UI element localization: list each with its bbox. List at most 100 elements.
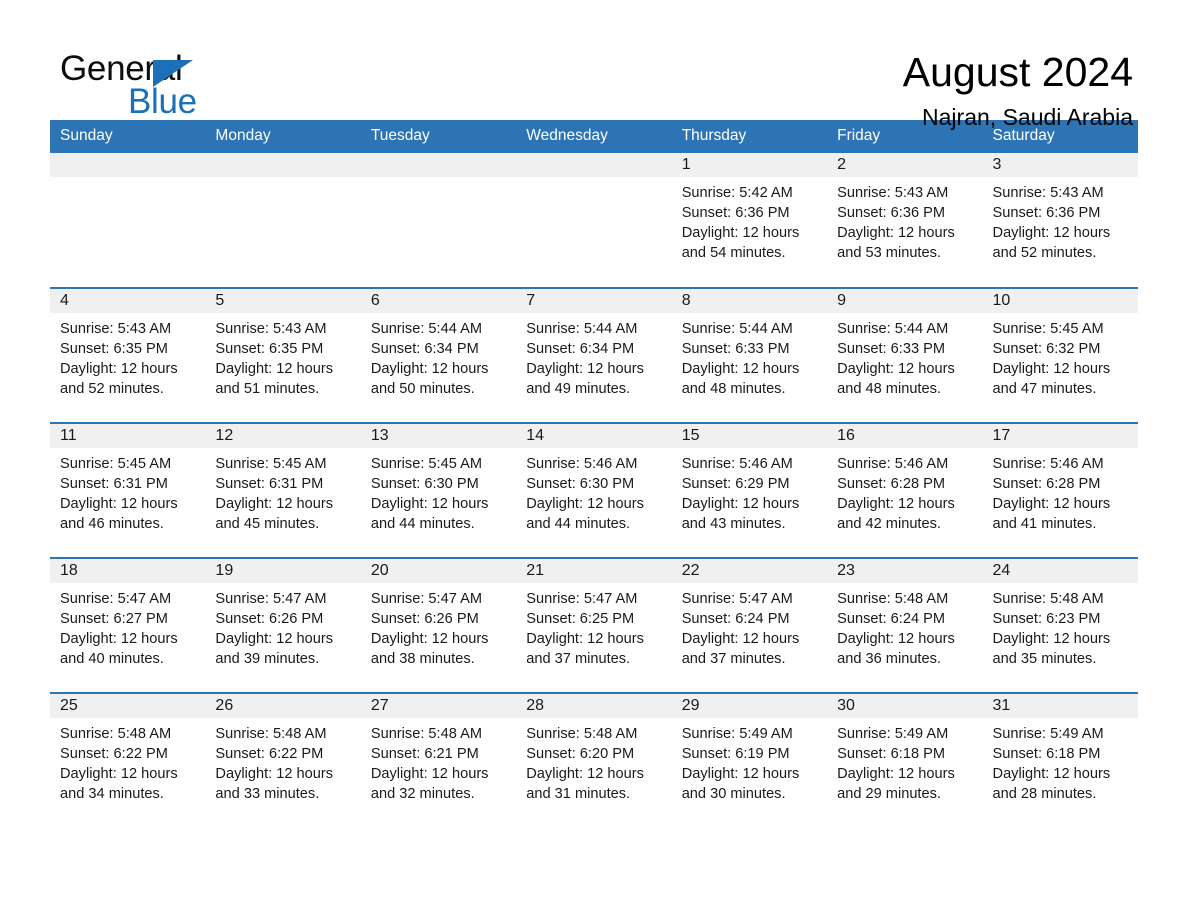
day-cell[interactable]: 11 Sunrise: 5:45 AM Sunset: 6:31 PM Dayligh…	[50, 422, 206, 558]
day-cell[interactable]	[205, 153, 361, 288]
sunrise-text: Sunrise: 5:48 AM	[370, 726, 482, 742]
day-number: 22	[671, 559, 828, 583]
sunrise-text: Sunrise: 5:49 AM	[992, 726, 1104, 742]
sunrise-text: Sunrise: 5:48 AM	[837, 591, 949, 607]
day-info: Sunrise: 5:48 AM Sunset: 6:22 PM Daylight:…	[205, 718, 360, 804]
daylight-text-line1: Daylight: 12 hours	[60, 631, 178, 647]
day-cell[interactable]: 1 Sunrise: 5:42 AM Sunset: 6:36 PM Daylight…	[671, 153, 828, 288]
day-cell[interactable]	[516, 153, 672, 288]
weekday-header-wednesday: Wednesday	[516, 120, 672, 153]
day-cell-inner: 10 Sunrise: 5:45 AM Sunset: 6:32 PM Dayligh…	[982, 289, 1138, 422]
day-cell[interactable]: 31 Sunrise: 5:49 AM Sunset: 6:18 PM Dayligh…	[982, 692, 1138, 828]
day-cell-inner: 20 Sunrise: 5:47 AM Sunset: 6:26 PM Dayligh…	[360, 559, 517, 692]
day-cell[interactable]: 18 Sunrise: 5:47 AM Sunset: 6:27 PM Dayligh…	[50, 557, 206, 693]
daylight-text-line1: Daylight: 12 hours	[992, 766, 1111, 782]
day-cell-inner: 5 Sunrise: 5:43 AM Sunset: 6:35 PM Daylight…	[205, 289, 361, 422]
calendar-body: 1 Sunrise: 5:42 AM Sunset: 6:36 PM Daylight…	[50, 153, 1138, 828]
daylight-text-line1: Daylight: 12 hours	[526, 361, 644, 377]
sunrise-text: Sunrise: 5:47 AM	[370, 591, 482, 607]
day-cell[interactable]: 14 Sunrise: 5:46 AM Sunset: 6:30 PM Dayligh…	[516, 422, 672, 558]
day-number: 14	[516, 424, 672, 448]
daylight-text-line2: and 44 minutes.	[526, 516, 631, 532]
sunrise-text: Sunrise: 5:46 AM	[681, 456, 793, 472]
daylight-text-line2: and 36 minutes.	[837, 651, 941, 667]
day-info: Sunrise: 5:43 AM Sunset: 6:35 PM Daylight:…	[50, 313, 205, 399]
weekday-header-thursday: Thursday	[671, 120, 828, 153]
day-info: Sunrise: 5:44 AM Sunset: 6:34 PM Daylight:…	[516, 313, 671, 399]
day-info: Sunrise: 5:46 AM Sunset: 6:30 PM Daylight:…	[516, 448, 671, 534]
daylight-text-line2: and 44 minutes.	[370, 516, 475, 532]
daylight-text-line2: and 38 minutes.	[370, 651, 475, 667]
daylight-text-line1: Daylight: 12 hours	[370, 496, 489, 512]
day-number: 6	[360, 289, 517, 313]
day-cell[interactable]: 4 Sunrise: 5:43 AM Sunset: 6:35 PM Daylight…	[50, 287, 206, 423]
day-cell-inner: 27 Sunrise: 5:48 AM Sunset: 6:21 PM Dayligh…	[360, 694, 517, 828]
day-cell[interactable]: 25 Sunrise: 5:48 AM Sunset: 6:22 PM Dayligh…	[50, 692, 206, 828]
sunrise-text: Sunrise: 5:46 AM	[992, 456, 1104, 472]
day-cell[interactable]	[50, 153, 206, 288]
sunset-text: Sunset: 6:18 PM	[992, 746, 1101, 762]
sunset-text: Sunset: 6:36 PM	[992, 205, 1101, 221]
day-cell[interactable]: 5 Sunrise: 5:43 AM Sunset: 6:35 PM Daylight…	[205, 287, 361, 423]
sunset-text: Sunset: 6:34 PM	[526, 341, 635, 357]
daylight-text-line1: Daylight: 12 hours	[992, 496, 1111, 512]
day-cell-inner: 18 Sunrise: 5:47 AM Sunset: 6:27 PM Dayligh…	[50, 559, 206, 692]
day-cell[interactable]: 19 Sunrise: 5:47 AM Sunset: 6:26 PM Dayligh…	[205, 557, 361, 693]
day-cell[interactable]: 27 Sunrise: 5:48 AM Sunset: 6:21 PM Dayligh…	[360, 692, 517, 828]
sunrise-text: Sunrise: 5:42 AM	[681, 185, 793, 201]
daylight-text-line1: Daylight: 12 hours	[215, 361, 334, 377]
daylight-text-line1: Daylight: 12 hours	[837, 496, 955, 512]
day-cell-inner: 17 Sunrise: 5:46 AM Sunset: 6:28 PM Dayligh…	[982, 424, 1138, 557]
daylight-text-line1: Daylight: 12 hours	[215, 766, 334, 782]
day-cell[interactable]	[360, 153, 517, 288]
sunrise-text: Sunrise: 5:48 AM	[526, 726, 638, 742]
day-cell[interactable]: 10 Sunrise: 5:45 AM Sunset: 6:32 PM Dayligh…	[982, 287, 1138, 423]
day-cell[interactable]: 24 Sunrise: 5:48 AM Sunset: 6:23 PM Dayligh…	[982, 557, 1138, 693]
sunrise-text: Sunrise: 5:49 AM	[837, 726, 949, 742]
sunrise-text: Sunrise: 5:45 AM	[215, 456, 327, 472]
day-cell[interactable]: 28 Sunrise: 5:48 AM Sunset: 6:20 PM Dayligh…	[516, 692, 672, 828]
day-cell[interactable]: 20 Sunrise: 5:47 AM Sunset: 6:26 PM Dayligh…	[360, 557, 517, 693]
weekday-header-tuesday: Tuesday	[360, 120, 517, 153]
day-number	[360, 153, 517, 177]
day-cell[interactable]: 9 Sunrise: 5:44 AM Sunset: 6:33 PM Daylight…	[827, 287, 983, 423]
daylight-text-line2: and 41 minutes.	[992, 516, 1097, 532]
day-cell[interactable]: 29 Sunrise: 5:49 AM Sunset: 6:19 PM Dayligh…	[671, 692, 828, 828]
day-cell[interactable]: 26 Sunrise: 5:48 AM Sunset: 6:22 PM Dayligh…	[205, 692, 361, 828]
day-number: 8	[671, 289, 828, 313]
day-number: 5	[205, 289, 361, 313]
day-cell[interactable]: 12 Sunrise: 5:45 AM Sunset: 6:31 PM Dayligh…	[205, 422, 361, 558]
day-cell-inner: 28 Sunrise: 5:48 AM Sunset: 6:20 PM Dayligh…	[516, 694, 672, 828]
day-cell-inner: 1 Sunrise: 5:42 AM Sunset: 6:36 PM Daylight…	[671, 153, 828, 287]
day-cell-inner: 16 Sunrise: 5:46 AM Sunset: 6:28 PM Dayligh…	[827, 424, 983, 557]
day-cell[interactable]: 30 Sunrise: 5:49 AM Sunset: 6:18 PM Dayligh…	[827, 692, 983, 828]
daylight-text-line1: Daylight: 12 hours	[370, 766, 489, 782]
day-number: 9	[827, 289, 983, 313]
day-number: 23	[827, 559, 983, 583]
day-cell[interactable]: 8 Sunrise: 5:44 AM Sunset: 6:33 PM Daylight…	[671, 287, 828, 423]
day-cell[interactable]: 16 Sunrise: 5:46 AM Sunset: 6:28 PM Dayligh…	[827, 422, 983, 558]
day-cell[interactable]: 13 Sunrise: 5:45 AM Sunset: 6:30 PM Dayligh…	[360, 422, 517, 558]
daylight-text-line1: Daylight: 12 hours	[992, 631, 1111, 647]
day-cell[interactable]: 7 Sunrise: 5:44 AM Sunset: 6:34 PM Daylight…	[516, 287, 672, 423]
day-cell-inner: 21 Sunrise: 5:47 AM Sunset: 6:25 PM Dayligh…	[516, 559, 672, 692]
day-cell[interactable]: 15 Sunrise: 5:46 AM Sunset: 6:29 PM Dayligh…	[671, 422, 828, 558]
day-cell[interactable]: 17 Sunrise: 5:46 AM Sunset: 6:28 PM Dayligh…	[982, 422, 1138, 558]
daylight-text-line1: Daylight: 12 hours	[60, 361, 178, 377]
day-cell-inner: 4 Sunrise: 5:43 AM Sunset: 6:35 PM Daylight…	[50, 289, 206, 422]
day-cell[interactable]: 23 Sunrise: 5:48 AM Sunset: 6:24 PM Dayligh…	[827, 557, 983, 693]
sunset-text: Sunset: 6:34 PM	[370, 341, 479, 357]
daylight-text-line2: and 43 minutes.	[681, 516, 786, 532]
sunset-text: Sunset: 6:26 PM	[370, 611, 479, 627]
daylight-text-line2: and 31 minutes.	[526, 786, 631, 802]
sunrise-text: Sunrise: 5:47 AM	[526, 591, 638, 607]
day-cell-inner: 19 Sunrise: 5:47 AM Sunset: 6:26 PM Dayligh…	[205, 559, 361, 692]
day-cell[interactable]: 6 Sunrise: 5:44 AM Sunset: 6:34 PM Daylight…	[360, 287, 517, 423]
day-number: 4	[50, 289, 206, 313]
day-info	[205, 177, 360, 183]
daylight-text-line2: and 28 minutes.	[992, 786, 1097, 802]
day-cell[interactable]: 2 Sunrise: 5:43 AM Sunset: 6:36 PM Daylight…	[827, 153, 983, 288]
day-cell[interactable]: 3 Sunrise: 5:43 AM Sunset: 6:36 PM Daylight…	[982, 153, 1138, 288]
day-cell[interactable]: 21 Sunrise: 5:47 AM Sunset: 6:25 PM Dayligh…	[516, 557, 672, 693]
day-cell[interactable]: 22 Sunrise: 5:47 AM Sunset: 6:24 PM Dayligh…	[671, 557, 828, 693]
